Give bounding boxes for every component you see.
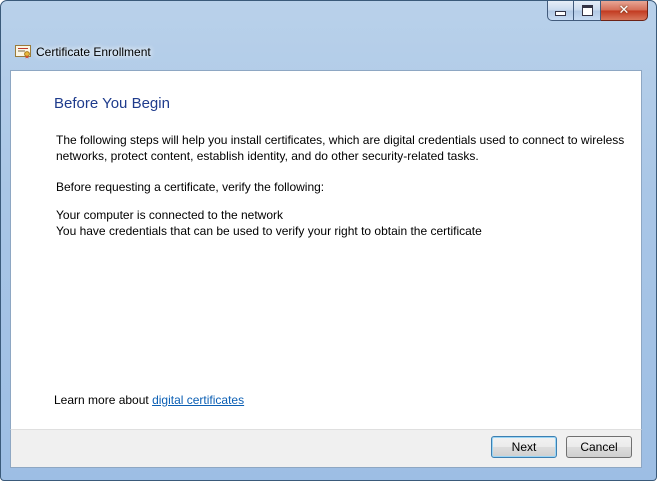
next-button[interactable]: Next	[491, 436, 557, 458]
certificate-icon	[15, 45, 31, 59]
maximize-button[interactable]	[574, 1, 601, 21]
digital-certificates-link[interactable]: digital certificates	[152, 393, 244, 407]
intro-text: The following steps will help you instal…	[56, 133, 625, 163]
learn-more-prefix: Learn more about	[54, 393, 153, 407]
cancel-button[interactable]: Cancel	[566, 436, 632, 458]
minimize-button[interactable]	[547, 1, 574, 21]
close-button[interactable]: ✕	[601, 1, 648, 21]
maximize-icon	[581, 5, 593, 16]
window-title: Certificate Enrollment	[36, 45, 151, 59]
page-heading: Before You Begin	[54, 95, 170, 112]
title-bar[interactable]: ✕	[1, 1, 656, 41]
verify-label: Before requesting a certificate, verify …	[56, 180, 325, 194]
wizard-content: Before You Begin The following steps wil…	[10, 70, 642, 431]
minimize-icon	[555, 11, 566, 16]
caption-buttons: ✕	[547, 1, 648, 23]
close-icon: ✕	[618, 3, 630, 18]
requirement-item: You have credentials that can be used to…	[56, 224, 482, 238]
button-bar: Next Cancel	[10, 429, 642, 468]
certificate-enrollment-window: ✕ Certificate Enrollment Before You Begi…	[0, 0, 657, 481]
learn-more: Learn more about digital certificates	[54, 393, 244, 407]
requirement-item: Your computer is connected to the networ…	[56, 208, 284, 222]
